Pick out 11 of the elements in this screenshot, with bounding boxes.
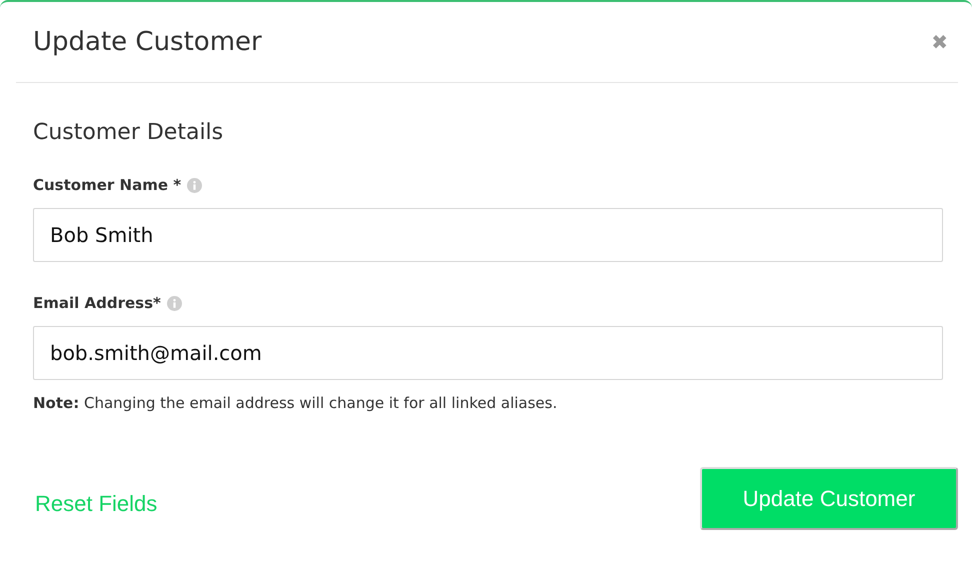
field-label: Customer Name * xyxy=(33,176,182,194)
note-text: Note: Changing the email address will change it for all linked aliases. xyxy=(33,394,558,412)
section-title: Customer Details xyxy=(33,120,224,145)
dialog-title: Update Customer xyxy=(33,27,262,57)
input-field[interactable]: Bob Smith xyxy=(33,208,943,262)
info-icon[interactable] xyxy=(187,178,202,192)
update-customer-button[interactable]: Update Customer xyxy=(700,467,958,530)
info-icon[interactable] xyxy=(166,296,182,310)
input-field[interactable]: bob.smith@mail.com xyxy=(33,326,943,380)
reset-fields-link[interactable]: Reset Fields xyxy=(35,490,158,516)
field-label: Email Address* xyxy=(33,294,161,312)
